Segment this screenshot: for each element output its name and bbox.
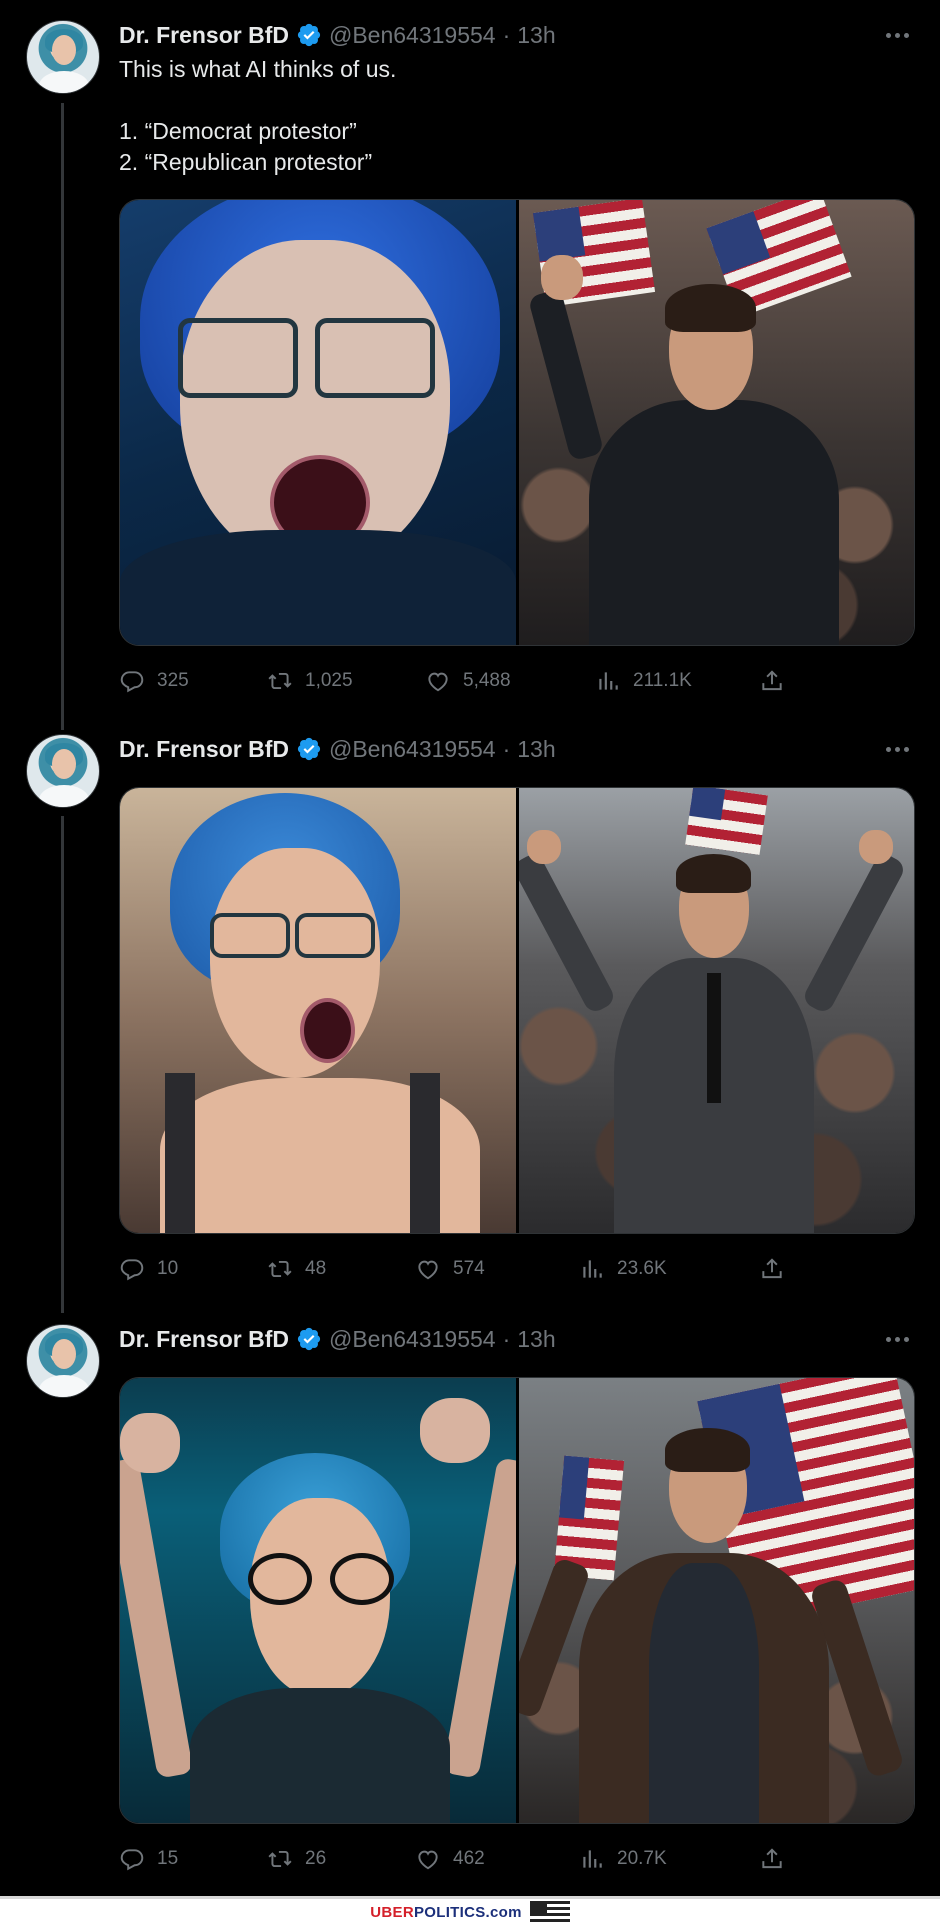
author-handle[interactable]: @Ben64319554: [329, 736, 496, 763]
media-image[interactable]: [120, 788, 516, 1233]
view-count: 211.1K: [633, 670, 692, 691]
more-options-icon[interactable]: [882, 1329, 912, 1349]
view-count: 23.6K: [617, 1258, 667, 1279]
tweet-text: This is what AI thinks of us. 1. “Democr…: [119, 56, 397, 175]
retweet-count: 26: [305, 1848, 327, 1869]
retweet-button[interactable]: 26: [267, 1846, 326, 1872]
views-button[interactable]: 23.6K: [579, 1256, 667, 1282]
avatar[interactable]: [26, 1324, 100, 1398]
avatar[interactable]: [26, 734, 100, 808]
reply-count: 325: [157, 670, 189, 691]
reply-icon: [119, 668, 145, 694]
more-options-icon[interactable]: [882, 739, 912, 759]
author-name[interactable]: Dr. Frensor BfD: [119, 736, 289, 763]
tweet[interactable]: Dr. Frensor BfD @Ben64319554 · 13h: [0, 1300, 940, 1896]
like-button[interactable]: 5,488: [425, 668, 511, 694]
reply-count: 10: [157, 1258, 179, 1279]
share-button[interactable]: [759, 1846, 785, 1872]
retweet-icon: [267, 1256, 293, 1282]
heart-icon: [415, 1846, 441, 1872]
views-button[interactable]: 211.1K: [595, 668, 692, 694]
like-count: 462: [453, 1848, 485, 1869]
author-handle[interactable]: @Ben64319554: [329, 1326, 496, 1353]
tweet-media[interactable]: [119, 1377, 915, 1824]
share-icon: [759, 668, 785, 694]
verified-badge-icon: [296, 736, 322, 762]
views-chart-icon: [579, 1846, 605, 1872]
separator: ·: [502, 1325, 511, 1352]
reply-button[interactable]: 15: [119, 1846, 178, 1872]
views-chart-icon: [595, 668, 621, 694]
avatar[interactable]: [26, 20, 100, 94]
like-count: 574: [453, 1258, 485, 1279]
retweet-icon: [267, 668, 293, 694]
tweet-actions: 10 48 574 23.6K: [119, 1254, 779, 1284]
share-button[interactable]: [759, 1256, 785, 1282]
tweet-media[interactable]: [119, 787, 915, 1234]
reply-button[interactable]: 325: [119, 668, 189, 694]
author-name[interactable]: Dr. Frensor BfD: [119, 1326, 289, 1353]
reply-icon: [119, 1846, 145, 1872]
views-button[interactable]: 20.7K: [579, 1846, 667, 1872]
media-image[interactable]: [120, 1378, 516, 1823]
tweet[interactable]: Dr. Frensor BfD @Ben64319554 · 13h This …: [0, 0, 940, 710]
reply-icon: [119, 1256, 145, 1282]
timestamp[interactable]: 13h: [517, 22, 555, 49]
verified-badge-icon: [296, 1326, 322, 1352]
retweet-count: 1,025: [305, 670, 353, 691]
verified-badge-icon: [296, 22, 322, 48]
retweet-icon: [267, 1846, 293, 1872]
media-image[interactable]: [518, 1378, 914, 1823]
tweet[interactable]: Dr. Frensor BfD @Ben64319554 · 13h: [0, 710, 940, 1300]
like-button[interactable]: 462: [415, 1846, 485, 1872]
tweet-header: Dr. Frensor BfD @Ben64319554 · 13h: [119, 20, 556, 50]
retweet-button[interactable]: 1,025: [267, 668, 353, 694]
media-image[interactable]: [120, 200, 516, 645]
watermark-footer: UBERPOLITICS.com: [0, 1896, 940, 1925]
share-button[interactable]: [759, 668, 785, 694]
like-button[interactable]: 574: [415, 1256, 485, 1282]
more-options-icon[interactable]: [882, 25, 912, 45]
like-count: 5,488: [463, 670, 511, 691]
media-image[interactable]: [518, 788, 914, 1233]
media-image[interactable]: [518, 200, 914, 645]
reply-button[interactable]: 10: [119, 1256, 178, 1282]
share-icon: [759, 1256, 785, 1282]
timestamp[interactable]: 13h: [517, 1326, 555, 1353]
tweet-media[interactable]: [119, 199, 915, 646]
tweet-header: Dr. Frensor BfD @Ben64319554 · 13h: [119, 1324, 556, 1354]
retweet-count: 48: [305, 1258, 327, 1279]
author-name[interactable]: Dr. Frensor BfD: [119, 22, 289, 49]
views-chart-icon: [579, 1256, 605, 1282]
view-count: 20.7K: [617, 1848, 667, 1869]
retweet-button[interactable]: 48: [267, 1256, 326, 1282]
separator: ·: [502, 735, 511, 762]
tweet-actions: 325 1,025 5,488 211.1K: [119, 666, 779, 696]
brand-logo: UBERPOLITICS.com: [370, 1903, 522, 1921]
timestamp[interactable]: 13h: [517, 736, 555, 763]
heart-icon: [425, 668, 451, 694]
share-icon: [759, 1846, 785, 1872]
flag-icon: [529, 1901, 570, 1923]
author-handle[interactable]: @Ben64319554: [329, 22, 496, 49]
tweet-actions: 15 26 462 20.7K: [119, 1844, 779, 1874]
tweet-header: Dr. Frensor BfD @Ben64319554 · 13h: [119, 734, 556, 764]
separator: ·: [502, 21, 511, 48]
reply-count: 15: [157, 1848, 179, 1869]
heart-icon: [415, 1256, 441, 1282]
